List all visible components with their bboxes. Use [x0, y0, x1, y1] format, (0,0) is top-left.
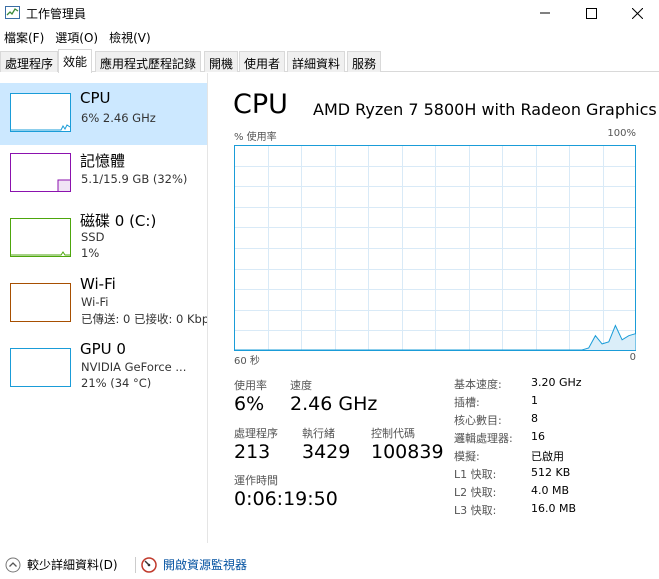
memory-mini-chart — [57, 179, 70, 191]
menu-options[interactable]: 選項(O) — [51, 27, 102, 47]
cpu-model-name: AMD Ryzen 7 5800H with Radeon Graphics — [313, 100, 657, 119]
menu-file[interactable]: 檔案(F) — [0, 27, 48, 47]
sidebar-item-gpu[interactable]: GPU 0 NVIDIA GeForce ... 21% (34 °C) — [0, 340, 207, 407]
spec-label-base-speed: 基本速度: — [454, 378, 502, 391]
page-title: CPU — [233, 89, 288, 120]
uptime-label: 運作時間 — [234, 474, 278, 487]
footer-divider — [135, 557, 136, 573]
footer-bar: 較少詳細資料(D) 開啟資源監視器 — [0, 551, 659, 579]
tab-processes[interactable]: 處理程序 — [0, 51, 59, 72]
speed-label: 速度 — [290, 379, 312, 392]
menu-view[interactable]: 檢視(V) — [105, 27, 155, 47]
spec-label-logical-processors: 邏輯處理器: — [454, 432, 513, 445]
uptime-value: 0:06:19:50 — [234, 488, 338, 510]
tab-performance[interactable]: 效能 — [58, 49, 93, 73]
memory-thumbnail-graph — [10, 153, 71, 192]
spec-value-base-speed: 3.20 GHz — [531, 376, 582, 389]
minimize-icon — [540, 12, 550, 14]
spec-value-l3-cache: 16.0 MB — [531, 502, 577, 515]
processes-label: 處理程序 — [234, 427, 278, 440]
title-bar: 工作管理員 — [0, 0, 659, 26]
spec-label-l3-cache: L3 快取: — [454, 504, 497, 517]
spec-label-virtualization: 模擬: — [454, 450, 480, 463]
usage-label: 使用率 — [234, 379, 267, 392]
menu-bar: 檔案(F) 選項(O) 檢視(V) — [0, 27, 158, 47]
disk-mini-chart — [11, 251, 70, 256]
sidebar-item-title: CPU — [80, 89, 111, 107]
fewer-details-button[interactable]: 較少詳細資料(D) — [5, 556, 118, 573]
close-icon — [631, 7, 643, 19]
sidebar-item-detail-2: 1% — [81, 246, 100, 260]
tab-app-history[interactable]: 應用程式歷程記錄 — [95, 51, 202, 72]
tab-services[interactable]: 服務 — [347, 51, 382, 72]
sidebar-item-detail: Wi-Fi — [81, 295, 109, 309]
sidebar-item-detail: SSD — [81, 230, 105, 244]
graph-label: % 使用率 — [234, 132, 277, 143]
tab-bar: 處理程序 效能 應用程式歷程記錄 開機 使用者 詳細資料 服務 — [0, 49, 659, 73]
spec-value-l1-cache: 512 KB — [531, 466, 571, 479]
task-manager-icon — [5, 6, 20, 19]
sidebar-item-detail: 5.1/15.9 GB (32%) — [81, 172, 188, 186]
graph-axis-end: 0 — [629, 352, 636, 363]
window-title: 工作管理員 — [26, 7, 87, 21]
usage-value: 6% — [234, 393, 265, 415]
sidebar-item-detail: NVIDIA GeForce ... — [81, 360, 187, 374]
resource-sidebar: CPU 6% 2.46 GHz 記憶體 5.1/15.9 GB (32%) 磁碟… — [0, 73, 208, 543]
cpu-mini-chart — [11, 124, 70, 131]
tab-users[interactable]: 使用者 — [239, 51, 286, 72]
spec-label-l2-cache: L2 快取: — [454, 486, 497, 499]
handles-label: 控制代碼 — [371, 427, 415, 440]
tab-startup[interactable]: 開機 — [204, 51, 239, 72]
sidebar-item-title: 磁碟 0 (C:) — [80, 212, 157, 230]
spec-value-sockets: 1 — [531, 394, 538, 407]
gpu-thumbnail-graph — [10, 348, 71, 387]
tab-details[interactable]: 詳細資料 — [287, 51, 346, 72]
resource-monitor-icon — [141, 556, 157, 573]
sidebar-item-title: Wi-Fi — [80, 275, 116, 293]
spec-label-l1-cache: L1 快取: — [454, 468, 497, 481]
spec-label-cores: 核心數目: — [454, 414, 502, 427]
fewer-details-label: 較少詳細資料(D) — [27, 558, 118, 572]
maximize-icon — [585, 7, 597, 19]
sidebar-item-disk[interactable]: 磁碟 0 (C:) SSD 1% — [0, 212, 207, 277]
sidebar-item-title: GPU 0 — [80, 340, 126, 358]
spec-value-virtualization: 已啟用 — [531, 450, 564, 463]
sidebar-item-memory[interactable]: 記憶體 5.1/15.9 GB (32%) — [0, 148, 207, 212]
sidebar-item-cpu[interactable]: CPU 6% 2.46 GHz — [0, 83, 207, 145]
spec-label-sockets: 插槽: — [454, 396, 480, 409]
close-button[interactable] — [614, 0, 659, 26]
sidebar-item-wifi[interactable]: Wi-Fi Wi-Fi 已傳送: 0 已接收: 0 Kbps — [0, 275, 208, 342]
spec-value-cores: 8 — [531, 412, 538, 425]
spec-value-l2-cache: 4.0 MB — [531, 484, 570, 497]
wifi-thumbnail-graph — [10, 283, 71, 322]
sidebar-item-detail-2: 21% (34 °C) — [81, 376, 152, 390]
threads-label: 執行緒 — [302, 427, 335, 440]
threads-value: 3429 — [302, 441, 351, 463]
processes-value: 213 — [234, 441, 271, 463]
chevron-up-icon — [5, 557, 21, 572]
disk-thumbnail-graph — [10, 218, 71, 257]
sidebar-item-detail-2: 已傳送: 0 已接收: 0 Kbps — [81, 312, 208, 326]
resource-monitor-label: 開啟資源監視器 — [163, 558, 248, 572]
graph-axis-start: 60 秒 — [234, 356, 260, 367]
maximize-button[interactable] — [568, 0, 614, 26]
handles-value: 100839 — [371, 441, 444, 463]
cpu-thumbnail-graph — [10, 93, 71, 132]
open-resource-monitor-link[interactable]: 開啟資源監視器 — [141, 556, 247, 573]
graph-max-label: 100% — [607, 128, 636, 139]
sidebar-item-title: 記憶體 — [80, 152, 126, 170]
sidebar-item-detail: 6% 2.46 GHz — [81, 111, 156, 125]
speed-value: 2.46 GHz — [290, 393, 378, 415]
spec-value-logical-processors: 16 — [531, 430, 545, 443]
minimize-button[interactable] — [522, 0, 568, 26]
cpu-usage-graph — [234, 145, 636, 351]
